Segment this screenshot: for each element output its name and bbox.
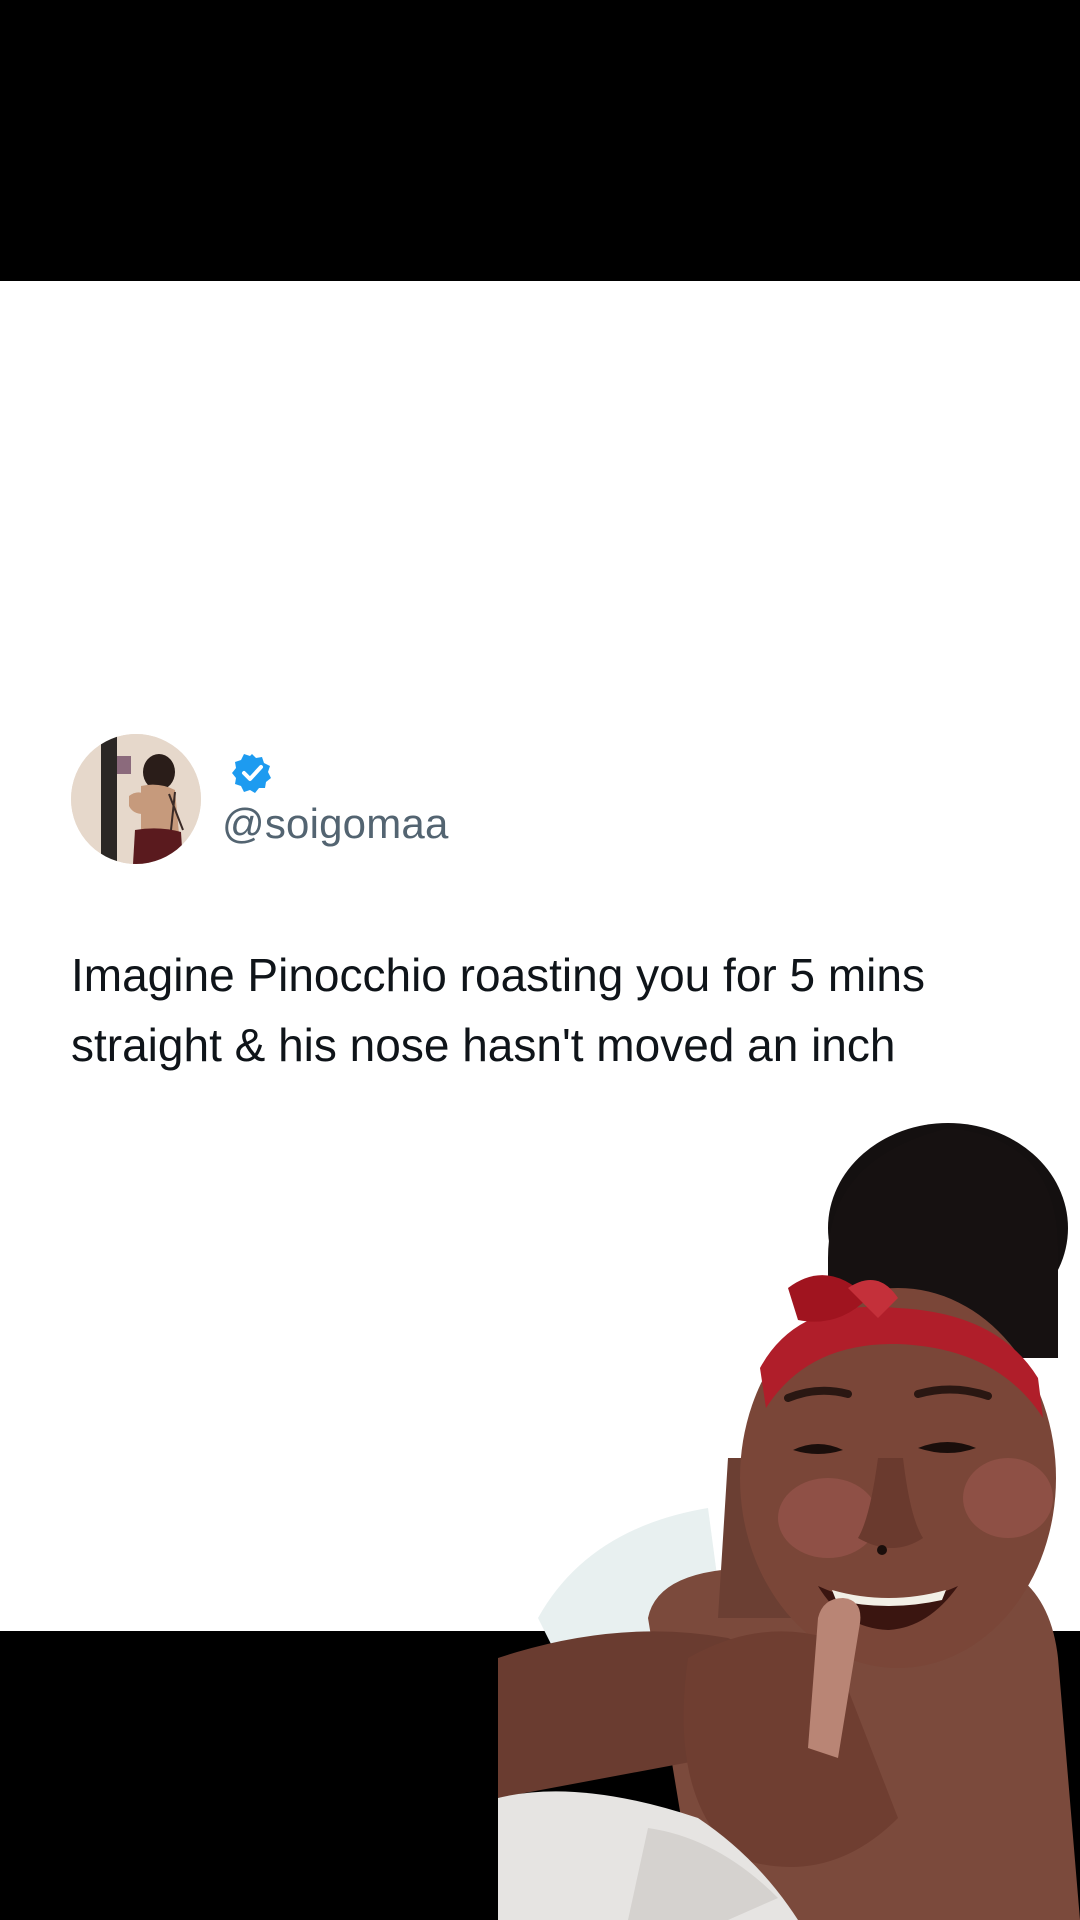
verified-badge-icon [232,754,271,793]
top-letterbox [0,0,1080,281]
username-handle[interactable]: @soigomaa [222,800,449,848]
tweet-text-line: straight & his nose hasn't moved an inch [71,1019,896,1071]
video-frame: @soigomaa Imagine Pinocchio roasting you… [0,0,1080,1920]
tweet-text-line: Imagine Pinocchio roasting you for 5 min… [71,949,925,1001]
tweet-text: Imagine Pinocchio roasting you for 5 min… [71,940,1011,1080]
avatar[interactable] [71,734,201,864]
reaction-person-image [498,1098,1080,1920]
